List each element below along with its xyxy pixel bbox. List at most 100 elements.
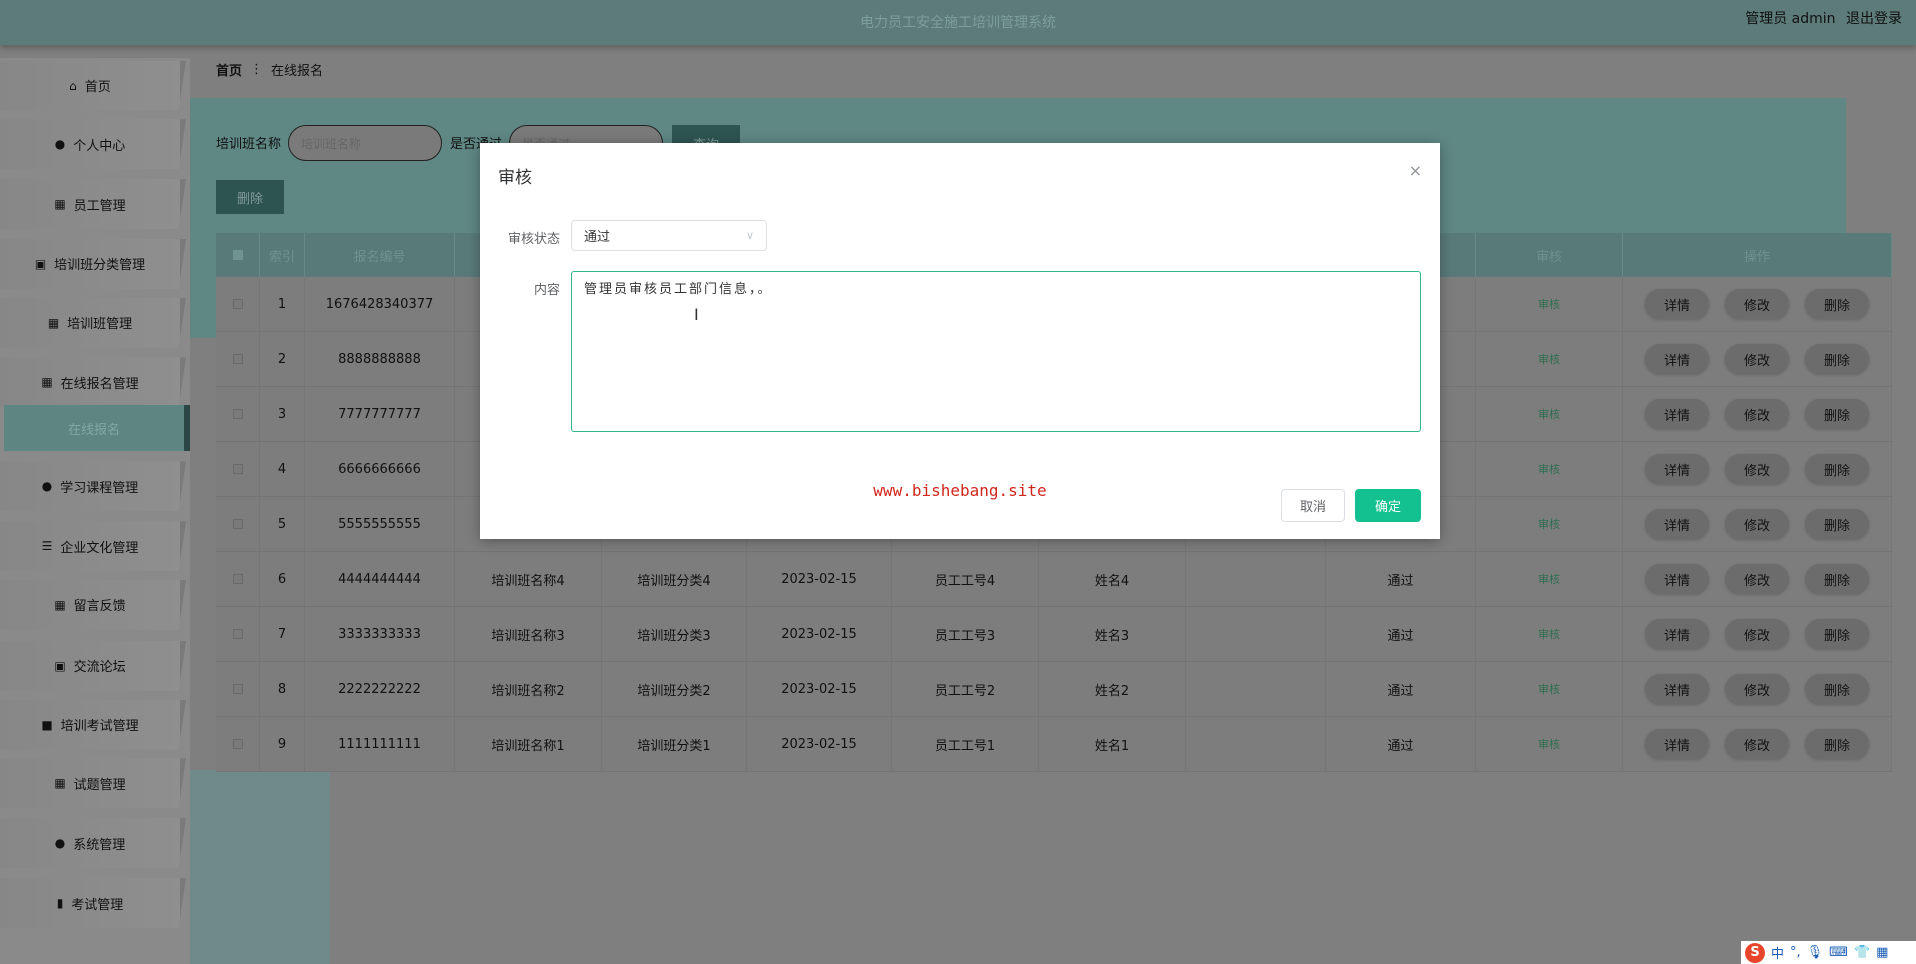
status-value: 通过: [584, 230, 611, 245]
row-checkbox[interactable]: [232, 629, 243, 639]
sidebar-item[interactable]: ● 学习课程管理: [0, 461, 186, 512]
skin-icon[interactable]: 👕: [1854, 945, 1870, 960]
ime-punct[interactable]: °,: [1790, 945, 1801, 960]
row-checkbox-cell: [216, 662, 260, 716]
keyboard-icon[interactable]: ⌨: [1829, 945, 1848, 960]
delete-button[interactable]: 删除: [1805, 509, 1869, 539]
audit-link[interactable]: 审核: [1538, 351, 1560, 367]
audit-link[interactable]: 审核: [1538, 626, 1560, 642]
sidebar-item[interactable]: ■ 培训考试管理: [0, 699, 186, 750]
actions-cell: 详情 修改 删除: [1623, 442, 1892, 496]
top-header: 电力员工安全施工培训管理系统 管理员 admin 退出登录: [0, 0, 1916, 45]
cell-pass: 通过: [1326, 607, 1476, 661]
table-row: 6 4444444444 培训班名称4 培训班分类4 2023-02-15 员工工号4 姓名…: [216, 552, 1892, 607]
close-icon[interactable]: ×: [1409, 161, 1422, 180]
ime-lang[interactable]: 中: [1771, 943, 1784, 962]
sidebar-item[interactable]: ☰ 企业文化管理: [0, 521, 186, 572]
cancel-button[interactable]: 取消: [1281, 489, 1345, 522]
cell-emp: 员工工号2: [892, 662, 1039, 716]
cell-index: 5: [260, 497, 305, 551]
logout-link[interactable]: 退出登录: [1846, 11, 1902, 27]
sidebar-item[interactable]: 在线报名: [4, 405, 190, 452]
sidebar-item[interactable]: ● 个人中心: [0, 119, 186, 170]
edit-button[interactable]: 修改: [1725, 454, 1789, 484]
sidebar-item[interactable]: ▮ 考试管理: [0, 878, 186, 929]
cell-emp: 员工工号3: [892, 607, 1039, 661]
edit-button[interactable]: 修改: [1725, 729, 1789, 759]
detail-button[interactable]: 详情: [1645, 619, 1709, 649]
cell-pass: 通过: [1326, 552, 1476, 606]
row-checkbox[interactable]: [232, 574, 243, 584]
mic-icon[interactable]: 🎙: [1807, 945, 1824, 960]
sidebar-item[interactable]: ● 系统管理: [0, 818, 186, 869]
name-search-input[interactable]: 培训班名称: [288, 125, 442, 161]
column-header[interactable]: [216, 233, 260, 277]
row-checkbox[interactable]: [232, 519, 243, 529]
audit-link[interactable]: 审核: [1538, 406, 1560, 422]
sogou-logo-icon[interactable]: S: [1745, 942, 1765, 963]
detail-button[interactable]: 详情: [1645, 344, 1709, 374]
apps-icon[interactable]: ▦: [1876, 945, 1888, 960]
edit-button[interactable]: 修改: [1725, 619, 1789, 649]
batch-delete-button[interactable]: 删除: [216, 180, 284, 214]
delete-button[interactable]: 删除: [1805, 289, 1869, 319]
audit-link[interactable]: 审核: [1538, 516, 1560, 532]
edit-button[interactable]: 修改: [1725, 564, 1789, 594]
row-checkbox[interactable]: [232, 354, 243, 364]
delete-button[interactable]: 删除: [1805, 399, 1869, 429]
audit-link[interactable]: 审核: [1538, 681, 1560, 697]
edit-button[interactable]: 修改: [1725, 399, 1789, 429]
audit-cell: 审核: [1476, 717, 1623, 771]
detail-button[interactable]: 详情: [1645, 289, 1709, 319]
select-all-checkbox[interactable]: [232, 250, 243, 260]
sidebar-item[interactable]: ▦ 培训班管理: [0, 297, 186, 348]
detail-button[interactable]: 详情: [1645, 674, 1709, 704]
column-header: 操作: [1623, 233, 1892, 277]
detail-button[interactable]: 详情: [1645, 399, 1709, 429]
detail-button[interactable]: 详情: [1645, 564, 1709, 594]
name-label: 培训班名称: [216, 137, 282, 152]
delete-button[interactable]: 删除: [1805, 674, 1869, 704]
user-bar: 管理员 admin 退出登录: [1739, 8, 1902, 28]
cell-date: 2023-02-15: [747, 552, 892, 606]
sidebar-item[interactable]: ▦ 留言反馈: [0, 579, 186, 630]
cell-date: 2023-02-15: [747, 607, 892, 661]
status-select[interactable]: 通过 ∨: [571, 220, 767, 251]
breadcrumb-home[interactable]: 首页: [216, 60, 242, 79]
edit-button[interactable]: 修改: [1725, 344, 1789, 374]
sidebar-item-label: 系统管理: [73, 837, 126, 853]
row-checkbox[interactable]: [232, 464, 243, 474]
edit-button[interactable]: 修改: [1725, 674, 1789, 704]
delete-button[interactable]: 删除: [1805, 564, 1869, 594]
detail-button[interactable]: 详情: [1645, 454, 1709, 484]
detail-button[interactable]: 详情: [1645, 509, 1709, 539]
audit-link[interactable]: 审核: [1538, 461, 1560, 477]
sidebar-item-label: 培训考试管理: [60, 719, 139, 735]
row-checkbox-cell: [216, 442, 260, 496]
delete-button[interactable]: 删除: [1805, 344, 1869, 374]
cell-cat: 培训班分类3: [602, 607, 747, 661]
sidebar-item-label: 个人中心: [73, 138, 126, 154]
sidebar-item[interactable]: ▦ 试题管理: [0, 758, 186, 809]
edit-button[interactable]: 修改: [1725, 289, 1789, 319]
row-checkbox[interactable]: [232, 409, 243, 419]
sidebar-item[interactable]: ▣ 交流论坛: [0, 640, 186, 691]
sidebar-item[interactable]: ⌂ 首页: [0, 60, 186, 111]
sidebar-item[interactable]: ▦ 员工管理: [0, 179, 186, 230]
confirm-button[interactable]: 确定: [1355, 489, 1421, 522]
audit-link[interactable]: 审核: [1538, 571, 1560, 587]
audit-link[interactable]: 审核: [1538, 296, 1560, 312]
delete-button[interactable]: 删除: [1805, 454, 1869, 484]
row-checkbox[interactable]: [232, 299, 243, 309]
content-textarea[interactable]: 管理员审核员工部门信息，。: [571, 271, 1421, 432]
row-checkbox[interactable]: [232, 739, 243, 749]
sidebar-item[interactable]: ▦ 在线报名管理: [0, 357, 186, 408]
cell-index: 6: [260, 552, 305, 606]
delete-button[interactable]: 删除: [1805, 619, 1869, 649]
delete-button[interactable]: 删除: [1805, 729, 1869, 759]
edit-button[interactable]: 修改: [1725, 509, 1789, 539]
audit-link[interactable]: 审核: [1538, 736, 1560, 752]
detail-button[interactable]: 详情: [1645, 729, 1709, 759]
row-checkbox[interactable]: [232, 684, 243, 694]
sidebar-item[interactable]: ▣ 培训班分类管理: [0, 238, 186, 289]
